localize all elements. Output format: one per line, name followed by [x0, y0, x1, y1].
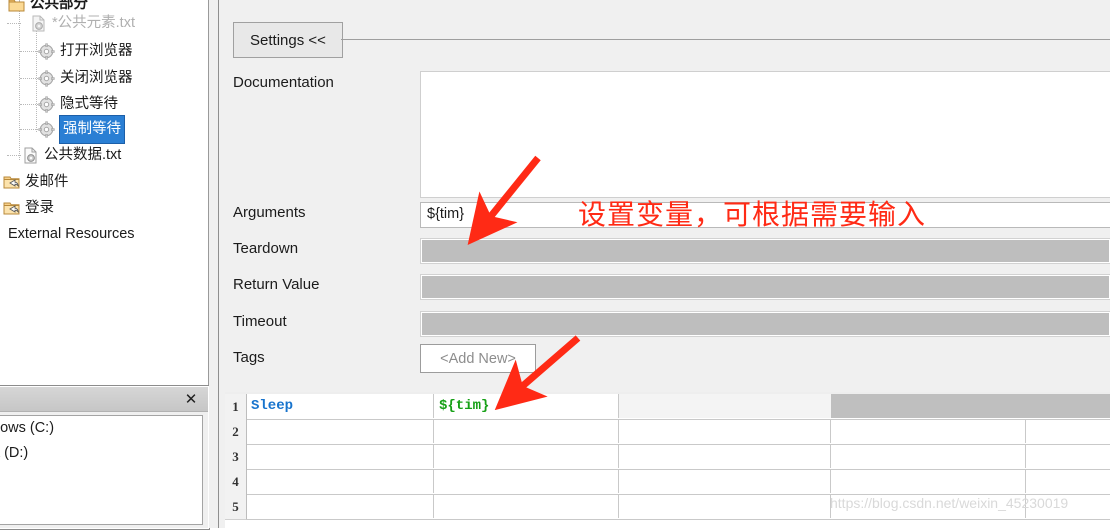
timeout-value [421, 312, 1110, 315]
grid-cell[interactable] [619, 494, 831, 518]
return-value-input[interactable] [420, 274, 1110, 300]
tree-item-fa-you-jian[interactable]: 发邮件 [3, 170, 69, 195]
watermark-text: https://blog.csdn.net/weixin_45230019 [830, 495, 1069, 511]
grid-cell[interactable] [619, 444, 831, 468]
tree-item-external-resources[interactable]: External Resources [8, 222, 135, 247]
row-number: 2 [225, 419, 247, 445]
tree-item-gong-gong-shu-ju-txt[interactable]: 公共数据.txt [22, 143, 121, 168]
editor-main-panel: Settings << Documentation Arguments Tear… [220, 0, 1110, 528]
table-row[interactable]: 1 Sleep ${tim} [225, 394, 1110, 420]
tree-item-deng-lu[interactable]: 登录 [3, 196, 54, 221]
grid-cell-empty[interactable] [619, 394, 832, 418]
row-cells [246, 419, 1110, 445]
row-cells [246, 444, 1110, 470]
list-item[interactable]: dows (C:) [0, 416, 202, 441]
gear-icon [38, 43, 55, 60]
documentation-label: Documentation [233, 74, 334, 91]
settings-toggle-button[interactable]: Settings << [233, 22, 343, 58]
return-value-value [421, 275, 1110, 278]
grid-cell[interactable] [246, 419, 434, 443]
tree-item-label: External Resources [8, 226, 135, 242]
folder-link-icon [3, 174, 20, 191]
tree-item-label: 登录 [25, 200, 54, 216]
grid-cell[interactable] [246, 494, 434, 518]
file-gear-icon [30, 15, 47, 32]
panel-splitter[interactable] [209, 0, 220, 528]
tree-item-label: 发邮件 [25, 174, 69, 190]
grid-cell[interactable] [831, 419, 1026, 443]
grid-cell[interactable] [619, 419, 831, 443]
grid-cell[interactable] [434, 419, 619, 443]
list-item[interactable]: a (D:) [0, 441, 202, 466]
tree-connector-dash [7, 155, 21, 157]
close-icon[interactable]: ✕ [182, 390, 200, 408]
documentation-input[interactable] [420, 71, 1110, 198]
return-value-label: Return Value [233, 276, 320, 293]
teardown-value [421, 239, 1110, 242]
tree-connector-dash [7, 23, 21, 25]
dialog-titlebar[interactable]: ✕ [0, 387, 208, 412]
row-cells [246, 469, 1110, 495]
tags-add-new-button[interactable]: <Add New> [420, 344, 536, 373]
file-gear-icon [22, 147, 39, 164]
grid-cell[interactable] [619, 469, 831, 493]
grid-cell[interactable] [246, 444, 434, 468]
gear-icon [38, 70, 55, 87]
tree-item-label: 隐式等待 [60, 96, 118, 112]
gear-icon [38, 121, 55, 138]
folder-icon [8, 0, 25, 13]
tree-item-label: 打开浏览器 [60, 43, 133, 59]
drive-selection-dialog[interactable]: ✕ dows (C:) a (D:) [0, 385, 210, 530]
tree-item-guan-bi-liu-lan-qi[interactable]: 关闭浏览器 [38, 66, 133, 91]
grid-header-filler [831, 394, 1110, 418]
drive-list[interactable]: dows (C:) a (D:) [0, 415, 203, 525]
row-number: 3 [225, 444, 247, 470]
tree-item-yin-shi-deng-dai[interactable]: 隐式等待 [38, 92, 118, 117]
grid-cell-keyword[interactable]: Sleep [246, 394, 434, 418]
grid-cell[interactable] [831, 469, 1026, 493]
row-cells: Sleep ${tim} [246, 394, 1110, 420]
grid-cell-argument[interactable]: ${tim} [434, 394, 619, 418]
documentation-value [421, 72, 1110, 76]
grid-cell[interactable] [434, 469, 619, 493]
table-row[interactable]: 4 [225, 469, 1110, 495]
tree-item-da-kai-liu-lan-qi[interactable]: 打开浏览器 [38, 39, 133, 64]
arguments-input[interactable]: ${tim} [420, 202, 1110, 228]
row-number: 1 [225, 394, 247, 420]
table-row[interactable]: 3 [225, 444, 1110, 470]
tree-item-qiang-zhi-deng-dai[interactable]: 强制等待 [38, 115, 125, 144]
tags-label: Tags [233, 349, 265, 366]
timeout-label: Timeout [233, 313, 287, 330]
tree-item-label: 公共数据.txt [44, 147, 122, 163]
tree-item-label: *公共元素.txt [52, 15, 135, 31]
gear-icon [38, 96, 55, 113]
arguments-label: Arguments [233, 204, 306, 221]
splitter-edge [218, 0, 219, 528]
teardown-input[interactable] [420, 238, 1110, 264]
tree-item-label-selected: 强制等待 [59, 115, 125, 144]
tab-separator-rule [341, 39, 1110, 40]
row-number: 4 [225, 469, 247, 495]
suite-tree-panel[interactable]: 公共部分 *公共元素.txt 打开浏览器 关闭浏览器 隐式等待 强制等待 公共数… [0, 0, 209, 396]
grid-cell[interactable] [831, 444, 1026, 468]
teardown-label: Teardown [233, 240, 299, 257]
tree-item-label: 关闭浏览器 [60, 70, 133, 86]
arguments-value: ${tim} [427, 206, 465, 222]
table-row[interactable]: 2 [225, 419, 1110, 445]
grid-cell[interactable] [434, 444, 619, 468]
grid-cell[interactable] [246, 469, 434, 493]
grid-cell[interactable] [434, 494, 619, 518]
tree-item-gong-gong-yuan-su-txt[interactable]: *公共元素.txt [30, 11, 135, 36]
folder-link-icon [3, 200, 20, 217]
timeout-input[interactable] [420, 311, 1110, 337]
row-number: 5 [225, 494, 247, 520]
